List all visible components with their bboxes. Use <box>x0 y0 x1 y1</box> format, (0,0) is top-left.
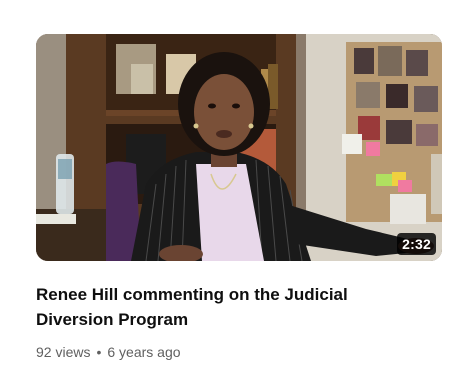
thumbnail-image <box>36 34 442 261</box>
video-title-line-2: Diversion Program <box>36 310 189 329</box>
view-count: 92 views <box>36 344 91 360</box>
meta-separator: • <box>96 344 102 360</box>
video-card: 2:32 Renee Hill commenting on the Judici… <box>0 0 470 390</box>
duration-badge: 2:32 <box>397 233 436 255</box>
video-metadata: 92 views • 6 years ago <box>36 342 181 362</box>
video-thumbnail[interactable]: 2:32 <box>36 34 442 261</box>
video-title-line-1: Renee Hill commenting on the Judicial <box>36 285 348 304</box>
upload-age: 6 years ago <box>107 344 181 360</box>
video-title[interactable]: Renee Hill commenting on the Judicial Di… <box>36 282 436 332</box>
